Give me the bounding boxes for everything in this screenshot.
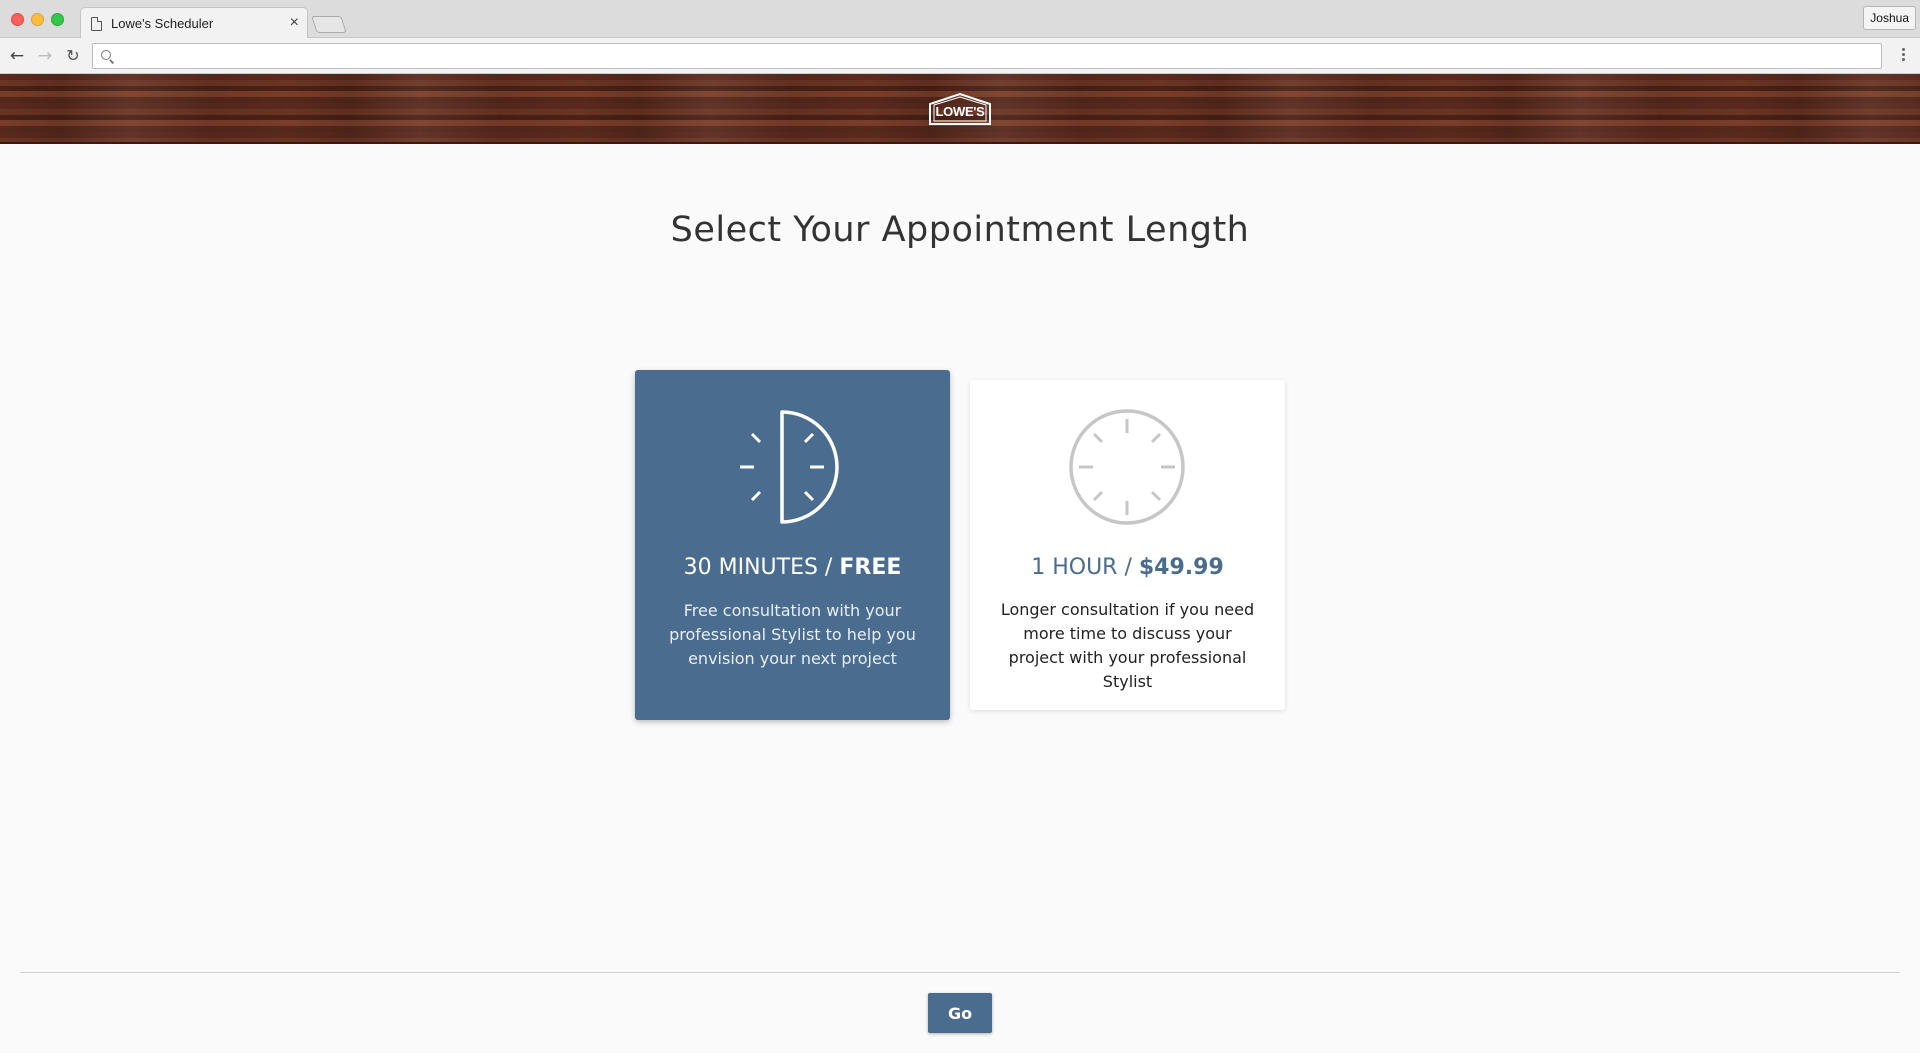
profile-button[interactable]: Joshua	[1863, 6, 1916, 30]
browser-tab[interactable]: Lowe's Scheduler ×	[80, 7, 308, 39]
option-price: $49.99	[1138, 555, 1224, 580]
option-description: Longer consultation if you need more tim…	[1000, 600, 1255, 691]
lowes-logo[interactable]: LOWE'S	[928, 92, 992, 126]
option-card-30-minutes[interactable]: 30 MINUTES / FREE Free consultation with…	[635, 370, 950, 720]
back-arrow-icon[interactable]: ←	[6, 45, 28, 67]
browser-toolbar: ← → ↻	[0, 38, 1920, 74]
reload-icon[interactable]: ↻	[62, 45, 84, 67]
page-icon	[91, 17, 102, 31]
page-title: Select Your Appointment Length	[670, 210, 1250, 250]
maximize-window-button[interactable]	[51, 13, 64, 26]
option-card-1-hour[interactable]: 1 HOUR / $49.99 Longer consultation if y…	[970, 380, 1285, 710]
half-clock-icon	[740, 410, 839, 524]
new-tab-button[interactable]	[311, 16, 347, 33]
minimize-window-button[interactable]	[31, 13, 44, 26]
browser-menu-icon[interactable]	[1902, 48, 1906, 64]
forward-arrow-icon[interactable]: →	[34, 45, 56, 67]
logo-text: LOWE'S	[935, 104, 985, 119]
tab-close-icon[interactable]: ×	[290, 14, 299, 32]
option-price: FREE	[839, 555, 902, 580]
option-separator: /	[1117, 555, 1139, 580]
option-heading: 1 HOUR / $49.99	[970, 555, 1285, 580]
site-header: LOWE'S	[0, 74, 1920, 144]
search-icon	[101, 50, 111, 60]
close-window-button[interactable]	[11, 13, 24, 26]
footer-divider	[20, 972, 1900, 973]
option-duration: 30 MINUTES	[683, 555, 818, 580]
address-input[interactable]	[119, 44, 1874, 68]
option-heading: 30 MINUTES / FREE	[635, 555, 950, 580]
option-duration: 1 HOUR	[1031, 555, 1118, 580]
tab-title: Lowe's Scheduler	[111, 16, 214, 31]
option-description: Free consultation with your professional…	[669, 601, 916, 668]
clock-icon	[1069, 409, 1185, 525]
option-separator: /	[817, 555, 840, 580]
go-button[interactable]: Go	[928, 993, 992, 1033]
browser-tab-bar: Lowe's Scheduler × Joshua	[0, 0, 1920, 39]
address-bar[interactable]	[92, 43, 1882, 69]
